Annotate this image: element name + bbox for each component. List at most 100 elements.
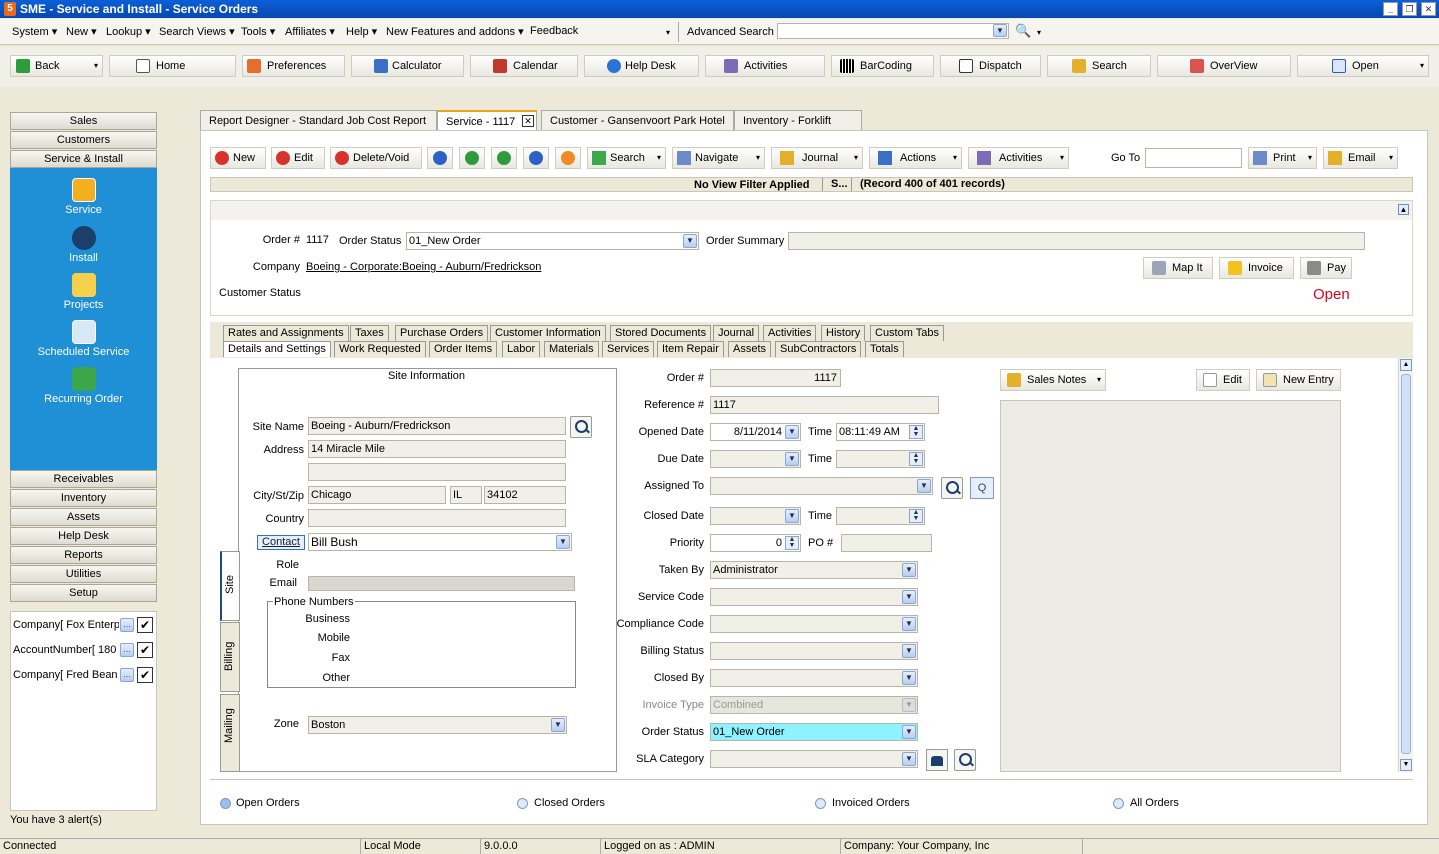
tab-service-1117[interactable]: Service - 1117 ✕	[437, 110, 537, 130]
state-field[interactable]: IL	[450, 486, 482, 504]
open-orders-radio[interactable]	[220, 798, 231, 809]
invoiced-orders-radio[interactable]	[815, 798, 826, 809]
order-summary-field[interactable]	[788, 232, 1365, 250]
vtab-billing[interactable]: Billing	[220, 622, 240, 692]
chevron-down-icon[interactable]: ▼	[902, 644, 916, 658]
all-orders-radio[interactable]	[1113, 798, 1124, 809]
tab-inventory[interactable]: Inventory - Forklift	[734, 110, 862, 130]
restore-button[interactable]: ❐	[1402, 2, 1417, 16]
tab-history[interactable]: History	[821, 325, 866, 341]
menu-search-views[interactable]: Search Views ▾	[159, 25, 235, 38]
closed-by-select[interactable]: ▼	[710, 669, 918, 687]
close-tab-icon[interactable]: ✕	[522, 115, 534, 127]
tab-journal[interactable]: Journal	[713, 325, 760, 341]
tab-labor[interactable]: Labor	[502, 341, 541, 357]
nav-setup[interactable]: Setup	[10, 584, 157, 602]
closed-date-field[interactable]: ▼	[710, 507, 801, 525]
advanced-search-input[interactable]: ▼	[777, 23, 1009, 39]
sla-users-icon[interactable]	[926, 749, 948, 771]
city-field[interactable]: Chicago	[308, 486, 446, 504]
journal-button[interactable]: Journal ▾	[771, 147, 863, 169]
nav-customers[interactable]: Customers	[10, 131, 157, 149]
tab-item-repair[interactable]: Item Repair	[657, 341, 724, 357]
tab-materials[interactable]: Materials	[544, 341, 599, 357]
contact-button[interactable]: Contact	[257, 535, 305, 550]
search-button[interactable]: Search	[1047, 55, 1151, 77]
search-icon[interactable]: 🔍	[1015, 23, 1031, 39]
spinner-icon[interactable]: ▲ ▼	[909, 425, 923, 439]
billing-status-select[interactable]: ▼	[710, 642, 918, 660]
calendar-button[interactable]: Calendar	[470, 55, 578, 77]
tab-rates-assignments[interactable]: Rates and Assignments	[223, 325, 349, 341]
first-record-button[interactable]	[427, 147, 453, 169]
nav-item-recurring-order[interactable]: Recurring Order	[10, 367, 157, 405]
assigned-search-icon[interactable]	[941, 477, 963, 499]
filter-item[interactable]: Company[ Fox Enterp… ✔	[13, 615, 156, 637]
menu-tools[interactable]: Tools ▾	[241, 25, 275, 38]
tab-stored-documents[interactable]: Stored Documents	[610, 325, 712, 341]
next-record-button[interactable]	[491, 147, 517, 169]
navigate-button[interactable]: Navigate ▾	[672, 147, 765, 169]
spinner-icon[interactable]: ▲ ▼	[909, 509, 923, 523]
close-window-button[interactable]: ✕	[1421, 2, 1436, 16]
chevron-down-icon[interactable]: ▾	[1037, 28, 1041, 37]
contact-select[interactable]: Bill Bush ▼	[308, 533, 572, 551]
new-entry-button[interactable]: New Entry	[1256, 369, 1341, 391]
quick-assign-button[interactable]: Q	[970, 477, 994, 499]
menu-overflow-icon[interactable]: ▾	[666, 28, 670, 37]
chevron-down-icon[interactable]: ▼	[902, 725, 916, 739]
assigned-to-select[interactable]: ▼	[710, 477, 933, 495]
tab-activities[interactable]: Activities	[763, 325, 817, 341]
due-time-field[interactable]: ▲ ▼	[836, 450, 925, 468]
tab-report-designer[interactable]: Report Designer - Standard Job Cost Repo…	[200, 110, 437, 130]
priority-field[interactable]: 0 ▲ ▼	[710, 534, 801, 552]
closed-orders-radio[interactable]	[517, 798, 528, 809]
email-button[interactable]: Email ▾	[1323, 147, 1398, 169]
print-button[interactable]: Print ▾	[1248, 147, 1317, 169]
tab-assets[interactable]: Assets	[728, 341, 772, 357]
checkbox-icon[interactable]: ✔	[137, 642, 153, 658]
tab-details-settings[interactable]: Details and Settings	[223, 341, 331, 357]
notes-edit-button[interactable]: Edit	[1196, 369, 1250, 391]
minimize-button[interactable]: _	[1383, 2, 1398, 16]
reference-field[interactable]: 1117	[710, 396, 939, 414]
home-button[interactable]: Home	[109, 55, 236, 77]
tab-customer-information[interactable]: Customer Information	[490, 325, 606, 341]
opened-time-field[interactable]: 08:11:49 AM ▲ ▼	[836, 423, 925, 441]
activities-button[interactable]: Activities	[705, 55, 825, 77]
ellipsis-icon[interactable]: …	[120, 618, 134, 632]
chevron-down-icon[interactable]: ▼	[785, 452, 799, 466]
po-field[interactable]	[841, 534, 932, 552]
chevron-down-icon[interactable]: ▼	[902, 590, 916, 604]
chevron-down-icon[interactable]: ▼	[902, 671, 916, 685]
notes-area[interactable]	[1000, 400, 1341, 772]
menu-new-features[interactable]: New Features and addons ▾	[386, 25, 524, 38]
order-status-select[interactable]: 01_New Order ▼	[406, 232, 699, 250]
edit-button[interactable]: Edit	[271, 147, 325, 169]
tab-totals[interactable]: Totals	[865, 341, 904, 357]
spinner-icon[interactable]: ▲ ▼	[909, 452, 923, 466]
barcoding-button[interactable]: BarCoding	[831, 55, 934, 77]
preferences-button[interactable]: Preferences	[242, 55, 345, 77]
back-button[interactable]: Back ▾	[10, 55, 103, 77]
sales-notes-button[interactable]: Sales Notes ▾	[1000, 369, 1106, 391]
nav-receivables[interactable]: Receivables	[10, 470, 157, 488]
address-field[interactable]: 14 Miracle Mile	[308, 440, 566, 458]
nav-utilities[interactable]: Utilities	[10, 565, 157, 583]
nav-item-service[interactable]: Service	[10, 178, 157, 216]
menu-help[interactable]: Help ▾	[346, 25, 377, 38]
site-search-icon[interactable]	[570, 416, 592, 438]
goto-input[interactable]	[1145, 148, 1242, 168]
open-button[interactable]: Open ▾	[1297, 55, 1429, 77]
tab-subcontractors[interactable]: SubContractors	[775, 341, 862, 357]
checkbox-icon[interactable]: ✔	[137, 667, 153, 683]
chevron-down-icon[interactable]: ▼	[551, 718, 565, 732]
nav-help-desk[interactable]: Help Desk	[10, 527, 157, 545]
menu-feedback[interactable]: Feedback	[530, 25, 578, 37]
chevron-down-icon[interactable]: ▼	[902, 617, 916, 631]
company-link[interactable]: Boeing - Corporate:Boeing - Auburn/Fredr…	[306, 261, 541, 273]
new-button[interactable]: New	[210, 147, 266, 169]
tab-taxes[interactable]: Taxes	[350, 325, 389, 341]
chevron-down-icon[interactable]: ▼	[785, 425, 799, 439]
compliance-code-select[interactable]: ▼	[710, 615, 918, 633]
